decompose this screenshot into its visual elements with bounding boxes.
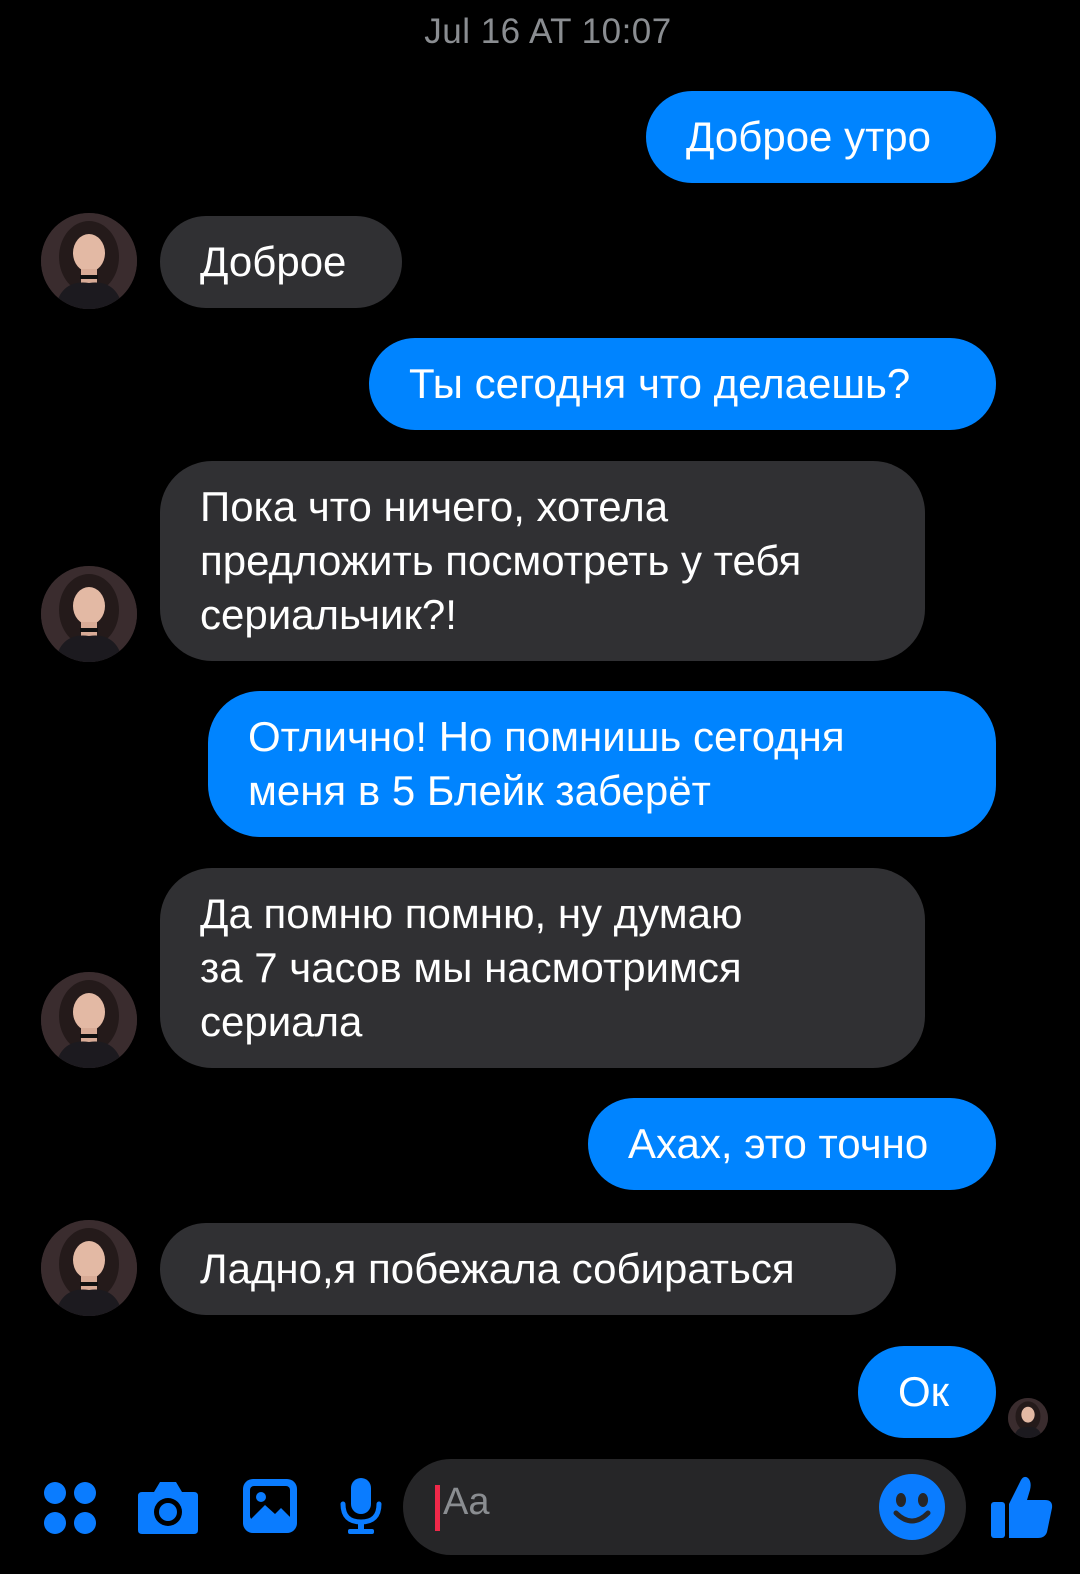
contact-photo xyxy=(41,1220,137,1316)
contact-avatar[interactable] xyxy=(41,566,137,662)
microphone-icon[interactable] xyxy=(338,1476,384,1541)
message-input[interactable]: Aa xyxy=(403,1459,966,1555)
text-caret xyxy=(435,1485,440,1531)
gallery-icon[interactable] xyxy=(241,1477,299,1540)
camera-icon[interactable] xyxy=(136,1478,200,1541)
incoming-message[interactable]: Доброе xyxy=(160,216,402,308)
chat-timestamp: Jul 16 AT 10:07 xyxy=(424,12,672,51)
outgoing-message[interactable]: Отлично! Но помнишь сегодня меня в 5 Бле… xyxy=(208,691,996,837)
incoming-message[interactable]: Пока что ничего, хотела предложить посмо… xyxy=(160,461,925,661)
contact-avatar[interactable] xyxy=(41,213,137,309)
outgoing-message[interactable]: Ок xyxy=(858,1346,996,1438)
contact-photo xyxy=(41,972,137,1068)
contact-photo xyxy=(41,566,137,662)
menu-dots-icon[interactable] xyxy=(42,1480,98,1541)
incoming-message[interactable]: Да помню помню, ну думаю за 7 часов мы н… xyxy=(160,868,925,1068)
thumbs-up-icon[interactable] xyxy=(989,1474,1055,1545)
incoming-message[interactable]: Ладно,я побежала собираться xyxy=(160,1223,896,1315)
message-input-placeholder: Aa xyxy=(443,1481,490,1523)
seen-photo xyxy=(1008,1398,1048,1438)
outgoing-message[interactable]: Ты сегодня что делаешь? xyxy=(369,338,996,430)
contact-avatar[interactable] xyxy=(41,972,137,1068)
contact-photo xyxy=(41,213,137,309)
contact-avatar[interactable] xyxy=(41,1220,137,1316)
emoji-icon[interactable] xyxy=(878,1473,946,1546)
outgoing-message[interactable]: Доброе утро xyxy=(646,91,996,183)
outgoing-message[interactable]: Ахах, это точно xyxy=(588,1098,996,1190)
seen-avatar xyxy=(1008,1398,1048,1438)
